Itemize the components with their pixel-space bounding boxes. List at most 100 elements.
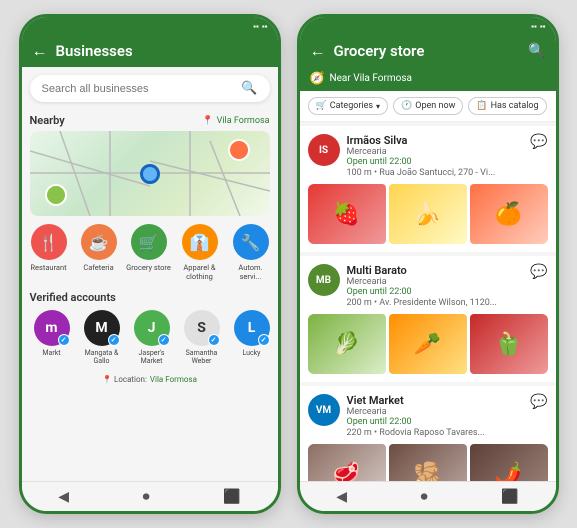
location-text: Near Vila Formosa (329, 73, 412, 84)
back-button[interactable]: ← (32, 41, 48, 61)
category-restaurant[interactable]: 🍴 Restaurant (26, 224, 72, 281)
multi-status: Open until 22:00 (347, 287, 524, 297)
right-top-bar: ← Grocery store 🔍 (300, 35, 556, 67)
business-list: IS Irmãos Silva Mercearia Open until 22:… (300, 122, 556, 481)
irmaos-img-2: 🍌 (389, 184, 467, 244)
home-nav-button[interactable]: ⏺ (143, 489, 150, 505)
recent-nav-button[interactable]: ⬛ (223, 489, 240, 505)
viet-type: Mercearia (347, 407, 524, 417)
location-link[interactable]: Vila Formosa (150, 375, 197, 384)
verified-badge: ✓ (208, 334, 220, 346)
location-icon: 📍 (202, 116, 213, 126)
location-prefix: 📍 Location: (102, 375, 147, 384)
left-status-bar: ▪▪ ▪▪ (22, 17, 278, 35)
right-status-bar: ▪▪ ▪▪ (300, 17, 556, 35)
verified-jaspers[interactable]: J ✓ Jasper's Market (130, 310, 174, 365)
right-battery-icon: ▪▪ (540, 22, 546, 31)
map-avatar-2 (45, 184, 67, 206)
restaurant-icon: 🍴 (31, 224, 67, 260)
viet-info: Viet Market Mercearia Open until 22:00 2… (347, 394, 524, 438)
map-area[interactable] (30, 131, 270, 216)
jaspers-name: Jasper's Market (130, 349, 174, 365)
filter-has-catalog[interactable]: 📋 Has catalog (468, 97, 546, 115)
verified-mangata[interactable]: M ✓ Mangata & Gallo (80, 310, 124, 365)
multi-header: MB Multi Barato Mercearia Open until 22:… (308, 264, 548, 308)
verified-markt[interactable]: m ✓ Markt (30, 310, 74, 365)
business-irmaos[interactable]: IS Irmãos Silva Mercearia Open until 22:… (300, 126, 556, 252)
left-top-bar: ← Businesses (22, 35, 278, 67)
filter-categories[interactable]: 🛒 Categories ▾ (308, 97, 389, 115)
categories-chevron: ▾ (376, 102, 380, 111)
cafeteria-icon: ☕ (81, 224, 117, 260)
irmaos-message-icon[interactable]: 💬 (530, 134, 547, 150)
restaurant-label: Restaurant (30, 263, 66, 272)
irmaos-info: Irmãos Silva Mercearia Open until 22:00 … (347, 134, 524, 178)
business-multi[interactable]: MB Multi Barato Mercearia Open until 22:… (300, 256, 556, 382)
auto-icon: 🔧 (233, 224, 269, 260)
lucky-name: Lucky (242, 349, 260, 357)
multi-address: 200 m • Av. Presidente Wilson, 1120... (347, 298, 524, 308)
right-home-nav[interactable]: ⏺ (421, 489, 428, 505)
left-phone: ▪▪ ▪▪ ← Businesses 🔍 Nearby 📍 Vila Formo… (19, 14, 281, 514)
business-viet[interactable]: VM Viet Market Mercearia Open until 22:0… (300, 386, 556, 481)
apparel-label: Apparel & clothing (176, 263, 224, 281)
right-recent-nav[interactable]: ⬛ (501, 489, 518, 505)
verified-badge: ✓ (58, 334, 70, 346)
multi-name: Multi Barato (347, 264, 524, 277)
right-signal-icon: ▪▪ (531, 22, 537, 31)
verified-section: Verified accounts m ✓ Markt M ✓ Mangata … (22, 285, 278, 369)
search-icon: 🔍 (241, 81, 257, 96)
category-apparel[interactable]: 👔 Apparel & clothing (176, 224, 224, 281)
right-back-nav[interactable]: ◀ (336, 489, 347, 505)
filter-row: 🛒 Categories ▾ 🕐 Open now 📋 Has catalog (300, 91, 556, 122)
filter-open-now[interactable]: 🕐 Open now (393, 97, 463, 115)
viet-message-icon[interactable]: 💬 (530, 394, 547, 410)
grocery-label: Grocery store (126, 263, 171, 272)
multi-type: Mercearia (347, 277, 524, 287)
search-bar[interactable]: 🔍 (30, 75, 270, 102)
right-back-button[interactable]: ← (310, 41, 326, 61)
search-input[interactable] (42, 83, 236, 95)
irmaos-avatar: IS (308, 134, 340, 166)
map-avatar-1 (228, 139, 250, 161)
multi-message-icon[interactable]: 💬 (530, 264, 547, 280)
viet-images: 🥩 🫚 🌶️ (308, 444, 548, 481)
category-auto[interactable]: 🔧 Autom. servi... (228, 224, 274, 281)
back-nav-button[interactable]: ◀ (58, 489, 69, 505)
category-cafeteria[interactable]: ☕ Cafeteria (76, 224, 122, 281)
irmaos-type: Mercearia (347, 147, 524, 157)
right-phone: ▪▪ ▪▪ ← Grocery store 🔍 🧭 Near Vila Form… (297, 14, 559, 514)
verified-badge: ✓ (158, 334, 170, 346)
cafeteria-label: Cafeteria (83, 263, 113, 272)
bottom-location: 📍 Location: Vila Formosa (22, 369, 278, 390)
irmaos-status: Open until 22:00 (347, 157, 524, 167)
verified-lucky[interactable]: L ✓ Lucky (230, 310, 270, 365)
multi-images: 🥬 🥕 🫑 (308, 314, 548, 374)
battery-icon: ▪▪ (262, 22, 268, 31)
signal-icon: ▪▪ (253, 22, 259, 31)
categories-filter-label: Categories (330, 101, 373, 111)
jaspers-avatar: J ✓ (134, 310, 170, 346)
grocery-icon: 🛒 (131, 224, 167, 260)
verified-title: Verified accounts (30, 291, 270, 304)
bottom-nav: ◀ ⏺ ⬛ (22, 481, 278, 511)
multi-avatar: MB (308, 264, 340, 296)
right-search-icon[interactable]: 🔍 (528, 43, 545, 59)
open-now-icon: 🕐 (401, 101, 412, 111)
verified-list: m ✓ Markt M ✓ Mangata & Gallo J ✓ (30, 310, 270, 365)
nearby-header: Nearby 📍 Vila Formosa (22, 110, 278, 131)
verified-samantha[interactable]: S ✓ Samantha Weber (180, 310, 224, 365)
mangata-avatar: M ✓ (84, 310, 120, 346)
verified-badge: ✓ (108, 334, 120, 346)
location-tag[interactable]: 📍 Vila Formosa (202, 116, 269, 126)
viet-address: 220 m • Rodovia Raposo Tavares... (347, 428, 524, 438)
has-catalog-icon: 📋 (476, 101, 487, 111)
irmaos-img-3: 🍊 (470, 184, 548, 244)
categories-row: 🍴 Restaurant ☕ Cafeteria 🛒 Grocery store… (22, 216, 278, 285)
categories-filter-icon: 🛒 (316, 101, 327, 111)
samantha-name: Samantha Weber (180, 349, 224, 365)
viet-avatar: VM (308, 394, 340, 426)
verified-badge: ✓ (258, 334, 270, 346)
category-grocery[interactable]: 🛒 Grocery store (126, 224, 172, 281)
multi-img-3: 🫑 (470, 314, 548, 374)
